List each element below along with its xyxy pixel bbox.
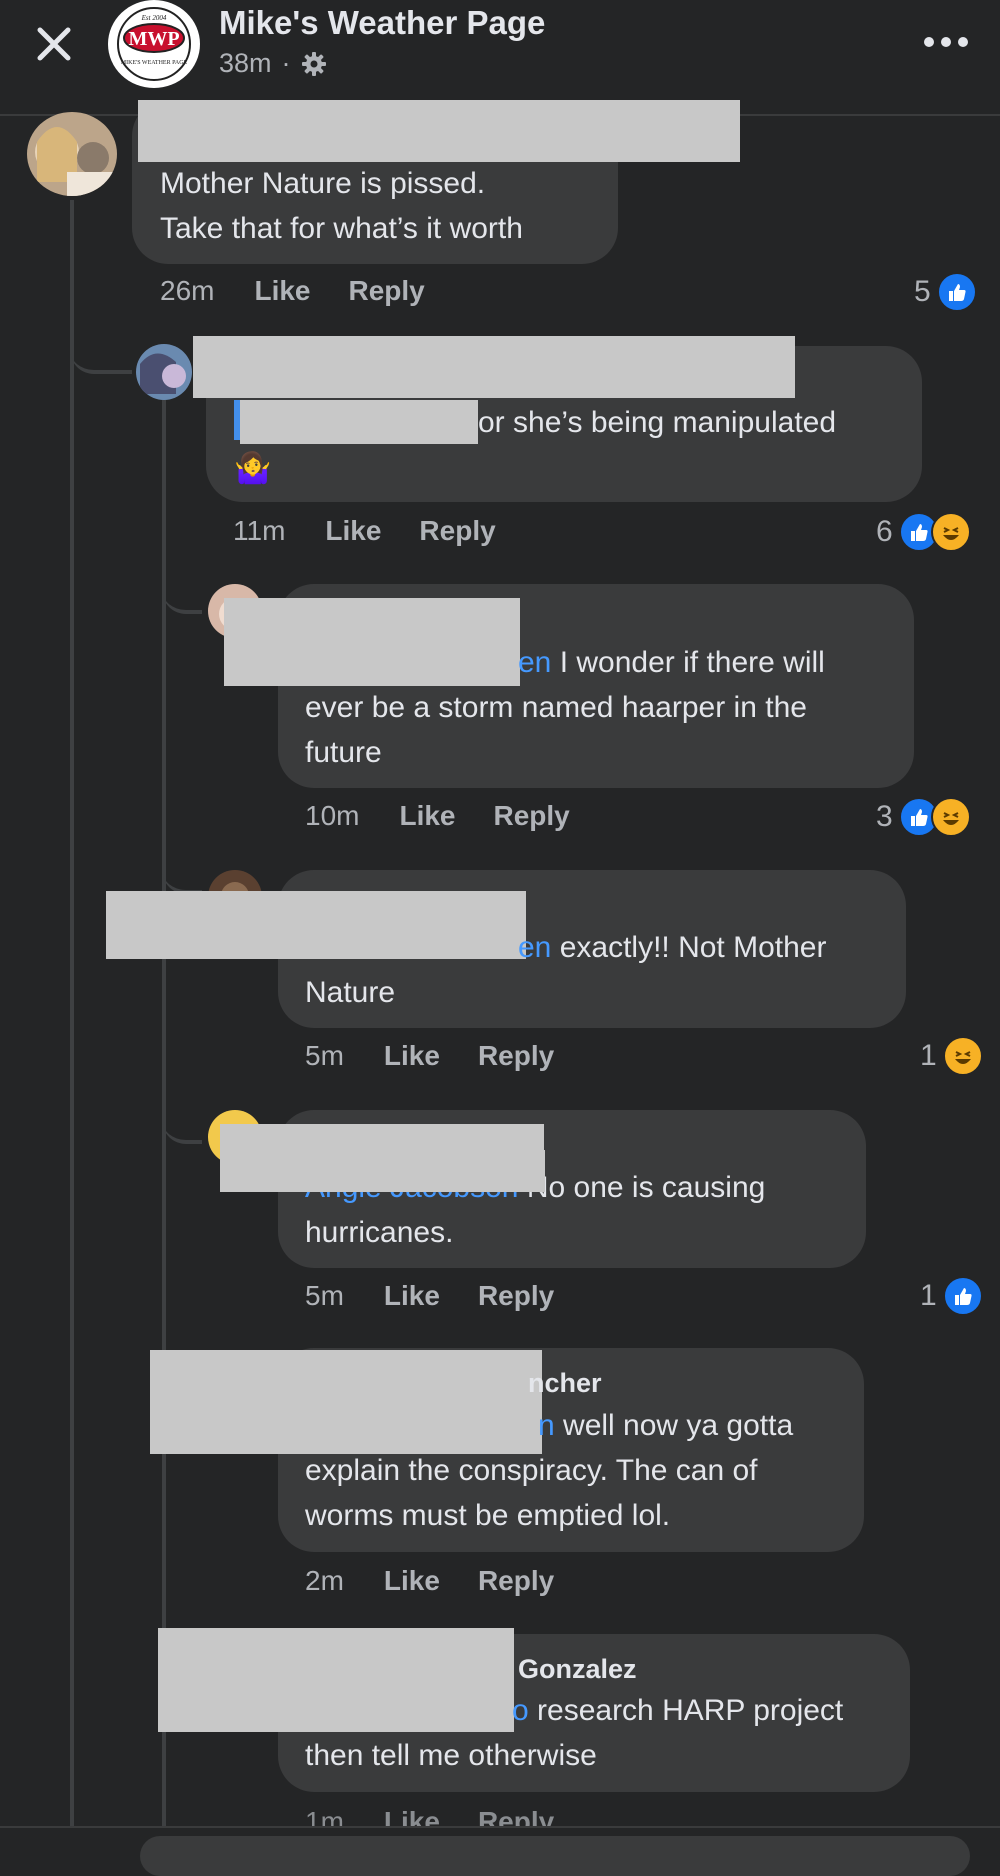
write-comment-input[interactable] <box>140 1836 970 1876</box>
comment-text-c3-line1: en I wonder if there will <box>518 640 825 685</box>
mention-c3[interactable]: en <box>518 646 551 679</box>
reactions-c4[interactable]: 1 <box>920 1036 983 1076</box>
meta-separator: · <box>281 48 291 78</box>
comment-text-c6-line1: n well now ya gotta <box>538 1403 793 1448</box>
thread-curve-c2 <box>70 300 132 374</box>
like-reaction-icon <box>936 272 977 312</box>
comment-text-c6-line2: explain the conspiracy. The can of <box>305 1454 758 1487</box>
close-icon <box>37 27 71 61</box>
logo-est: Est 2004 <box>141 14 167 22</box>
like-button[interactable]: Like <box>399 800 455 832</box>
comment-time: 26m <box>160 275 215 306</box>
reply-button[interactable]: Reply <box>478 1280 554 1312</box>
comment-text-c6-line3: worms must be emptied lol. <box>305 1499 671 1532</box>
comment-time: 5m <box>305 1280 344 1311</box>
thread-curve-c3 <box>162 560 202 614</box>
haha-reaction-icon <box>930 512 971 552</box>
comment-actions-c2: 11m Like Reply <box>233 515 496 547</box>
post-time: 38m <box>219 48 272 78</box>
reaction-count: 1 <box>920 1039 937 1072</box>
comment-actions-c6: 2m Like Reply <box>305 1565 554 1597</box>
comment-actions-c1: 26m Like Reply <box>160 275 425 307</box>
comment-text-c3-line3: future <box>305 736 382 769</box>
haha-reaction-icon <box>930 797 971 837</box>
comment-text-c7-line1: o research HARP project <box>512 1688 843 1733</box>
gear-icon <box>301 51 326 76</box>
commenter-name-c7[interactable]: Gonzalez <box>518 1654 637 1685</box>
commenter-name-c6[interactable]: ncher <box>528 1368 602 1399</box>
reply-button[interactable]: Reply <box>349 275 425 307</box>
comment-actions-c4: 5m Like Reply <box>305 1040 554 1072</box>
reaction-count: 3 <box>876 800 893 833</box>
comment-text: I wonder if there will <box>551 646 825 679</box>
page-logo[interactable]: MWP Est 2004 MIKE'S WEATHER PAGE <box>108 0 200 88</box>
comment-time: 10m <box>305 800 360 831</box>
avatar-c2[interactable] <box>136 344 192 400</box>
comment-text-c7-line2: then tell me otherwise <box>305 1739 597 1772</box>
comment-time: 5m <box>305 1040 344 1071</box>
comment-text-c4-line2: Nature <box>305 976 396 1009</box>
redacted-mention-c5 <box>305 1150 545 1192</box>
redacted-name-c6 <box>150 1350 542 1454</box>
like-button[interactable]: Like <box>384 1280 440 1312</box>
shrug-emoji: 🤷‍♀️ <box>234 452 272 485</box>
thread-curve-c5 <box>162 1090 202 1144</box>
more-dots-icon <box>924 37 968 47</box>
page-title[interactable]: Mike's Weather Page <box>219 4 545 42</box>
reply-button[interactable]: Reply <box>419 515 495 547</box>
comment-text-c3-line2: ever be a storm named haarper in the <box>305 691 807 724</box>
reply-button[interactable]: Reply <box>494 800 570 832</box>
like-button[interactable]: Like <box>254 275 310 307</box>
reaction-count: 5 <box>914 275 931 308</box>
reactions-c1[interactable]: 5 <box>914 272 977 312</box>
redacted-name-c3 <box>224 598 520 686</box>
like-button[interactable]: Like <box>325 515 381 547</box>
redacted-name-c1 <box>138 100 740 162</box>
post-meta: 38m · <box>219 48 327 79</box>
redacted-name-c4 <box>106 891 526 959</box>
mention-c7[interactable]: o <box>512 1694 529 1727</box>
redacted-mention-c2 <box>240 400 478 444</box>
mention-c6[interactable]: n <box>538 1409 555 1442</box>
thread-line-main <box>70 200 74 1840</box>
reaction-count: 1 <box>920 1279 937 1312</box>
comment-time: 2m <box>305 1565 344 1596</box>
comment-text: research HARP project <box>528 1694 844 1727</box>
comment-text: No one is causing <box>518 1171 766 1204</box>
reply-button[interactable]: Reply <box>478 1040 554 1072</box>
like-button[interactable]: Like <box>384 1565 440 1597</box>
comment-text-c1-line2: Take that for what’s it worth <box>160 212 523 245</box>
comment-actions-c3: 10m Like Reply <box>305 800 570 832</box>
reply-button[interactable]: Reply <box>478 1565 554 1597</box>
comment-text-c5-line2: hurricanes. <box>305 1216 454 1249</box>
like-reaction-icon <box>942 1276 983 1316</box>
logo-text: MWP <box>128 28 179 50</box>
redacted-name-c2 <box>193 336 795 398</box>
comment-actions-c5: 5m Like Reply <box>305 1280 554 1312</box>
mention-c4[interactable]: en <box>518 931 551 964</box>
reaction-count: 6 <box>876 515 893 548</box>
haha-reaction-icon <box>942 1036 983 1076</box>
comment-text-c4-line1: en exactly!! Not Mother <box>518 925 826 970</box>
comment-text: exactly!! Not Mother <box>551 931 827 964</box>
logo-sub: MIKE'S WEATHER PAGE <box>121 60 188 66</box>
comment-time: 11m <box>233 515 286 546</box>
close-button[interactable] <box>28 18 80 70</box>
post-header: MWP Est 2004 MIKE'S WEATHER PAGE Mike's … <box>0 0 1000 116</box>
avatar-c1[interactable] <box>27 112 117 196</box>
thread-curve-c4 <box>162 840 202 894</box>
comment-text: well now ya gotta <box>554 1409 794 1442</box>
comment-text-c1-line1: Mother Nature is pissed. <box>160 167 486 200</box>
reactions-c5[interactable]: 1 <box>920 1276 983 1316</box>
reactions-c3[interactable]: 3 <box>876 797 971 837</box>
more-options-button[interactable] <box>918 24 974 60</box>
reactions-c2[interactable]: 6 <box>876 512 971 552</box>
like-button[interactable]: Like <box>384 1040 440 1072</box>
comment-text-c2-line1: or she’s being manipulated <box>478 406 837 439</box>
redacted-name-c7 <box>158 1628 514 1732</box>
